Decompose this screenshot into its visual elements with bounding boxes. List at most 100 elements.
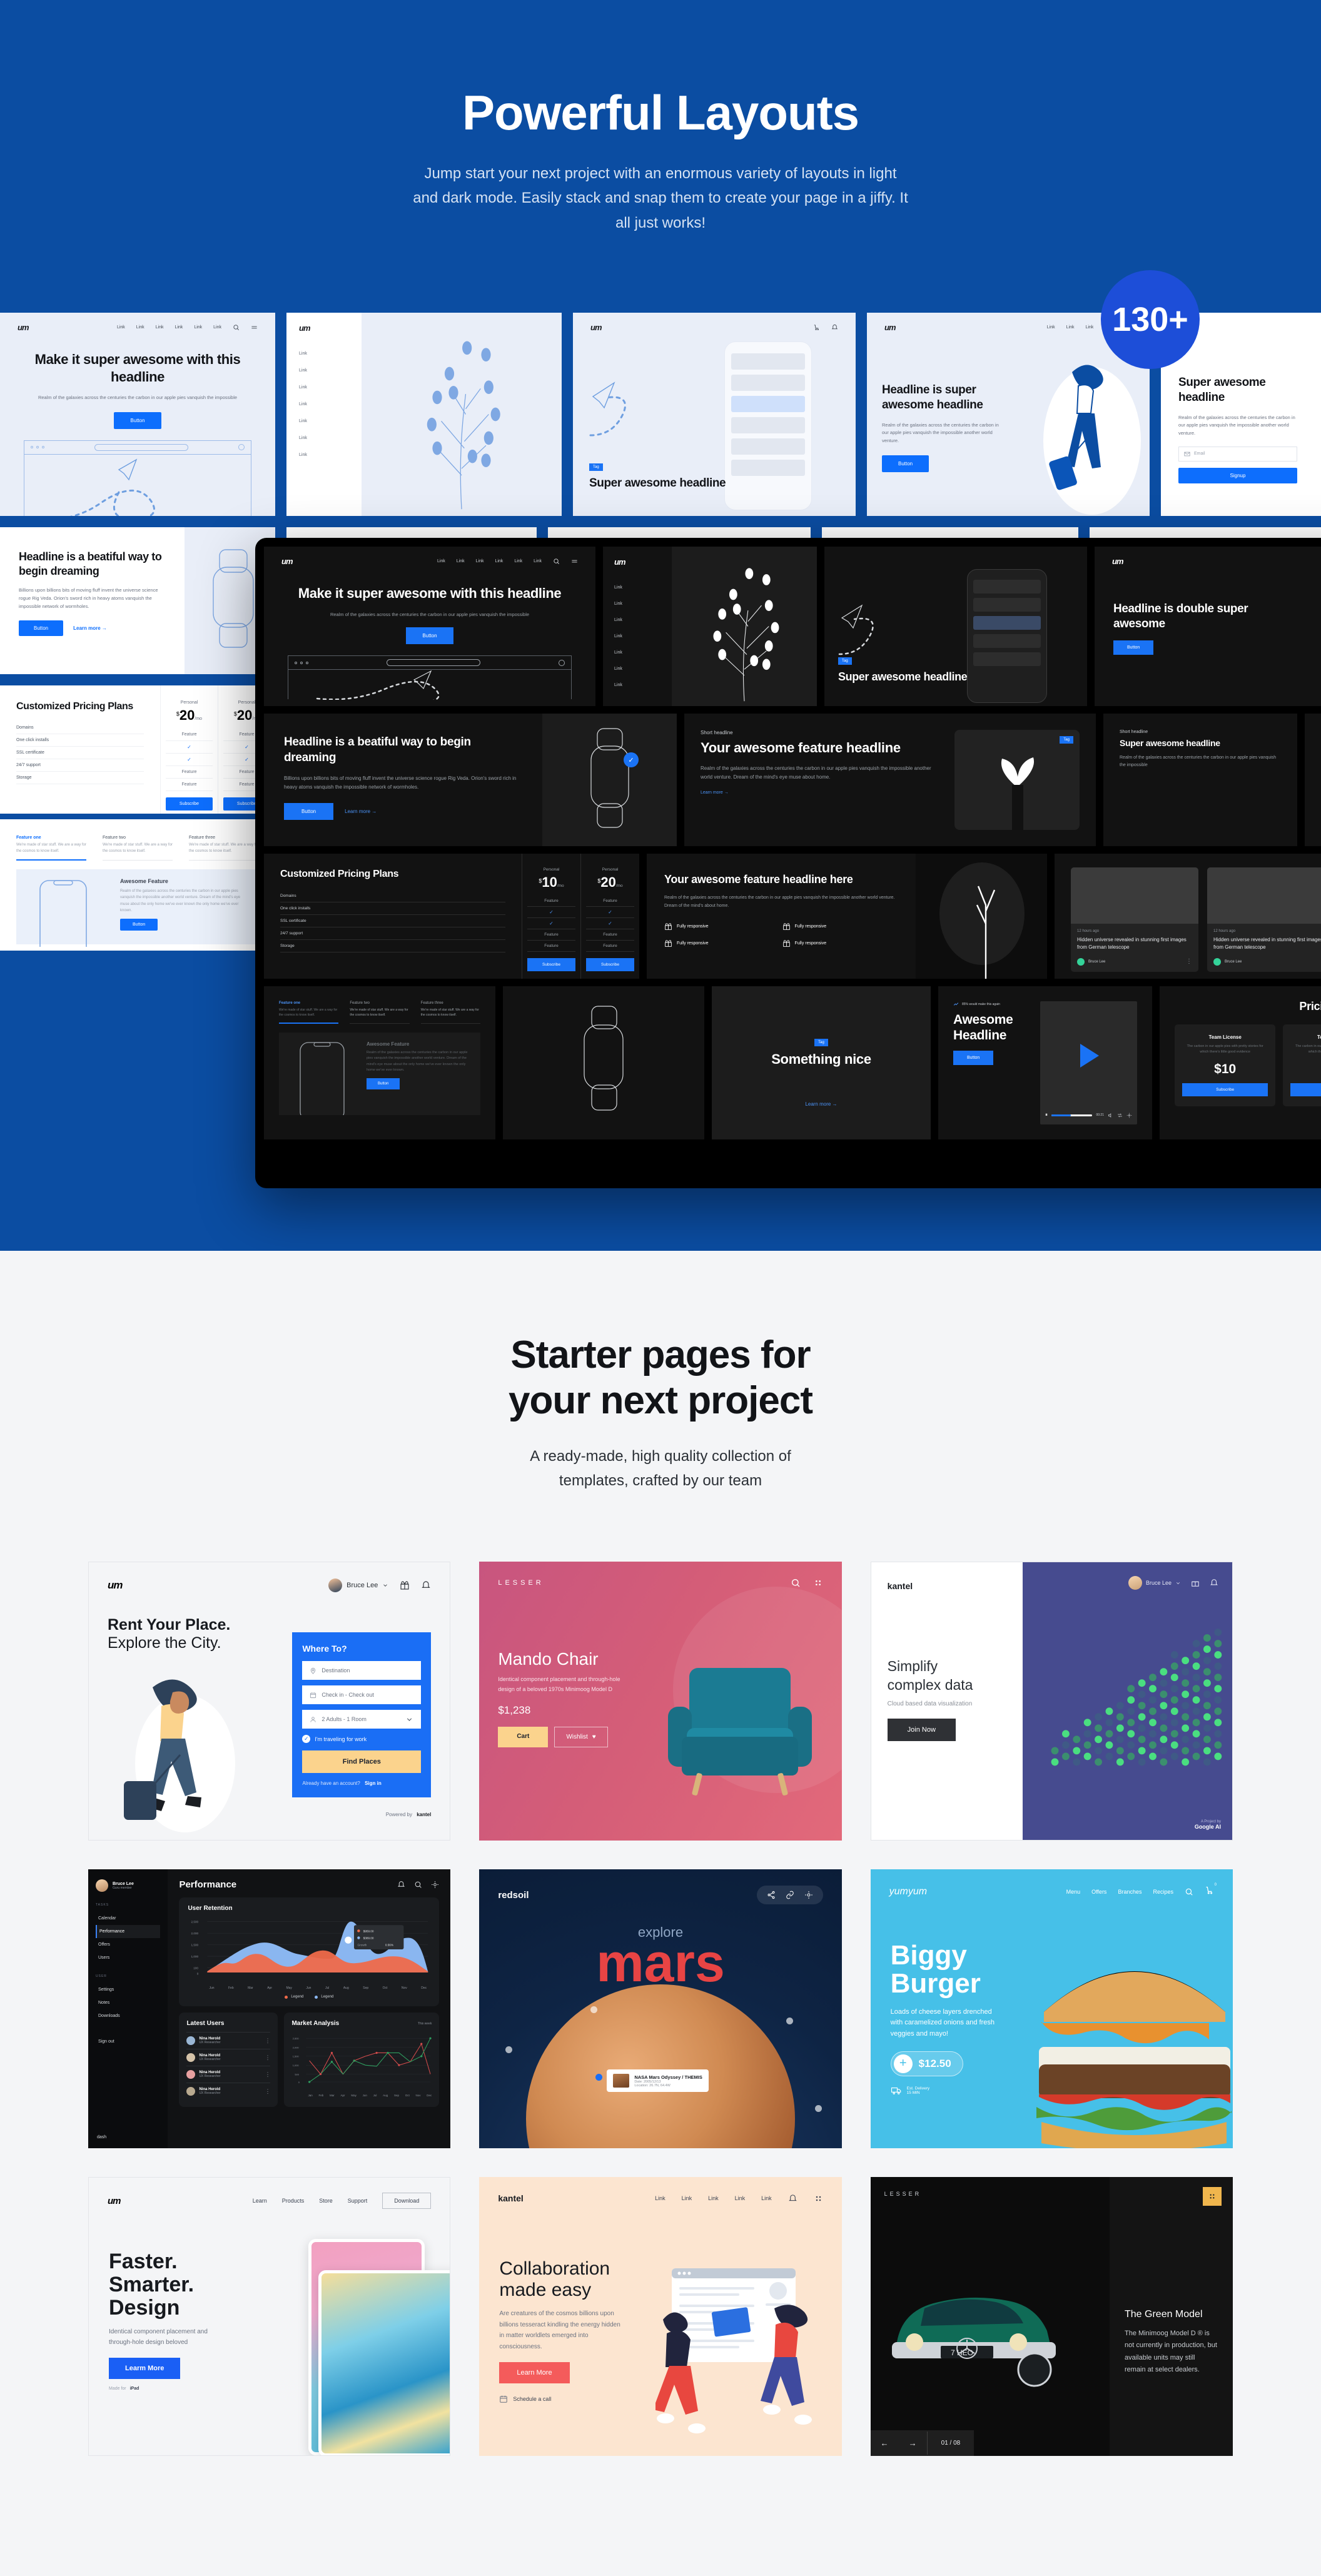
sidebar-item[interactable]: Link bbox=[614, 602, 672, 606]
dark-card-pricing-plans[interactable]: Pricing plans Team License The carbon in… bbox=[1160, 986, 1321, 1139]
bell-icon[interactable] bbox=[831, 324, 838, 331]
nav-link[interactable]: Link bbox=[534, 559, 542, 563]
template-card-mando[interactable]: LESSER Mando Chair Identical component p… bbox=[479, 1562, 842, 1841]
light-card-sidebar[interactable]: um Link Link Link Link Link Link Link bbox=[286, 313, 562, 516]
sidebar-item-calendar[interactable]: Calendar bbox=[96, 1912, 160, 1925]
sidebar-item-users[interactable]: Users bbox=[96, 1951, 160, 1964]
progress-bar[interactable] bbox=[1051, 1114, 1071, 1116]
sidebar-item[interactable]: Link bbox=[299, 351, 362, 356]
cart-icon[interactable] bbox=[1205, 1886, 1214, 1895]
nav-link[interactable]: Link bbox=[175, 325, 183, 330]
nav-link[interactable]: Link bbox=[761, 2195, 772, 2201]
grid-dots-icon[interactable] bbox=[813, 1578, 823, 1588]
learn-more-button[interactable]: Learm More bbox=[109, 2358, 181, 2380]
sidebar-item-performance[interactable]: Performance bbox=[96, 1925, 161, 1939]
chevron-down-icon[interactable] bbox=[405, 1715, 413, 1724]
sidebar-item[interactable]: Link bbox=[299, 436, 362, 440]
dark-card-feature-tabs[interactable]: Feature one We're made of star stuff. We… bbox=[264, 986, 495, 1139]
cta-button[interactable]: Button bbox=[114, 412, 161, 429]
subscribe-button[interactable]: Subscribe bbox=[527, 958, 575, 971]
learn-more-link[interactable]: Learn more → bbox=[712, 1101, 931, 1107]
cta-button[interactable]: Button bbox=[406, 627, 453, 645]
bell-icon[interactable] bbox=[788, 2194, 797, 2203]
subscribe-button[interactable]: Subscribe bbox=[1290, 1083, 1321, 1096]
sidebar-item[interactable]: Link bbox=[614, 618, 672, 622]
chevron-down-icon[interactable] bbox=[382, 1582, 388, 1589]
dark-card-sidebar[interactable]: um Link Link Link Link Link Link Link bbox=[603, 547, 817, 706]
cart-button[interactable]: Cart bbox=[498, 1727, 549, 1748]
nav-link[interactable]: Link bbox=[1047, 325, 1055, 330]
news-card[interactable]: 12 hours ago Hidden universe revealed in… bbox=[1207, 867, 1321, 972]
more-options-icon[interactable]: ⋮ bbox=[265, 2071, 270, 2078]
sidebar-item[interactable]: Link bbox=[614, 634, 672, 639]
nav-link[interactable]: Link bbox=[1085, 325, 1093, 330]
light-card-super-awesome[interactable]: um Tag Super awesome headline bbox=[573, 313, 856, 516]
light-card-pricing[interactable]: Customized Pricing Plans Domains One cli… bbox=[0, 685, 275, 814]
dark-card-tree[interactable]: Your awesome feature headline here Realm… bbox=[647, 854, 1047, 979]
user-row[interactable]: Nina Herold UX Researcher ⋮ bbox=[186, 2032, 271, 2049]
nav-item-offers[interactable]: Offers bbox=[1091, 1889, 1106, 1895]
dark-card-phone-outline[interactable] bbox=[1305, 714, 1321, 846]
hamburger-icon[interactable] bbox=[571, 558, 578, 565]
video-controls[interactable]: ⏸ 00:21 bbox=[1045, 1112, 1132, 1118]
search-icon[interactable] bbox=[414, 1881, 422, 1889]
cta-button[interactable]: Button bbox=[953, 1051, 994, 1066]
nav-link[interactable]: Link bbox=[1066, 325, 1075, 330]
dark-card-hero[interactable]: um Link Link Link Link Link Link Make it… bbox=[264, 547, 595, 706]
sidebar-item[interactable]: Link bbox=[299, 385, 362, 390]
cta-button[interactable]: Button bbox=[19, 620, 64, 637]
nav-link[interactable]: Link bbox=[476, 559, 484, 563]
nav-item-store[interactable]: Store bbox=[319, 2198, 333, 2204]
sidebar-item[interactable]: Link bbox=[299, 453, 362, 457]
dark-card-something-nice[interactable]: Tag Something nice Learn more → bbox=[712, 986, 931, 1139]
nav-link[interactable]: Link bbox=[136, 325, 144, 330]
gift-icon[interactable] bbox=[400, 1580, 410, 1590]
bell-icon[interactable] bbox=[421, 1580, 431, 1590]
map-marker[interactable] bbox=[505, 2046, 513, 2054]
dark-card-video[interactable]: 85% would make this again Awesome Headli… bbox=[938, 986, 1152, 1139]
sidebar-item[interactable]: Link bbox=[299, 368, 362, 373]
nav-item-learn[interactable]: Learn bbox=[253, 2198, 267, 2204]
template-card-collab[interactable]: kantel Link Link Link Link Link Collabor… bbox=[479, 2177, 842, 2457]
subscribe-button[interactable]: Subscribe bbox=[166, 797, 213, 811]
nav-link[interactable]: Link bbox=[213, 325, 221, 330]
template-card-dashboard[interactable]: Bruce Lee Guru member TASKS Calendar Per… bbox=[88, 1869, 451, 2149]
nav-link[interactable]: Link bbox=[437, 559, 445, 563]
gear-icon[interactable] bbox=[431, 1881, 439, 1889]
more-options-icon[interactable]: ⋮ bbox=[265, 2088, 270, 2095]
map-marker[interactable] bbox=[786, 2018, 793, 2025]
more-options-icon[interactable]: ⋮ bbox=[265, 2054, 270, 2061]
signup-button[interactable]: Signup bbox=[1178, 467, 1297, 483]
gear-icon[interactable] bbox=[1126, 1113, 1132, 1118]
nav-link[interactable]: Link bbox=[682, 2195, 692, 2201]
dark-card-news[interactable]: 12 hours ago Hidden universe revealed in… bbox=[1055, 854, 1321, 979]
download-button[interactable]: Download bbox=[382, 2193, 432, 2210]
sidebar-item-downloads[interactable]: Downloads bbox=[96, 2009, 160, 2023]
tab-item[interactable]: Feature three bbox=[189, 836, 259, 840]
add-to-cart[interactable]: + $12.50 bbox=[890, 2051, 963, 2076]
learn-more-button[interactable]: Learn More bbox=[499, 2362, 570, 2384]
grid-dots-icon[interactable] bbox=[1202, 2187, 1222, 2206]
find-places-button[interactable]: Find Places bbox=[302, 1750, 422, 1774]
sidebar-item[interactable]: Link bbox=[614, 585, 672, 590]
tab-item[interactable]: Feature three bbox=[421, 1001, 480, 1005]
pause-icon[interactable]: ⏸ bbox=[1045, 1112, 1048, 1118]
light-card-hero[interactable]: um Link Link Link Link Link Link Make it… bbox=[0, 313, 275, 516]
sidebar-item[interactable]: Link bbox=[299, 419, 362, 423]
user-row[interactable]: Nina Herold UX Researcher ⋮ bbox=[186, 2083, 271, 2099]
grid-dots-icon[interactable] bbox=[814, 2194, 823, 2203]
panel-button[interactable]: Button bbox=[120, 918, 158, 931]
template-card-mars[interactable]: redsoil explore mars NASA Mars Odyssey /… bbox=[479, 1869, 842, 2149]
pricing-card[interactable]: Team License The carbon in our apple pie… bbox=[1175, 1024, 1276, 1106]
arrow-left-icon[interactable]: ← bbox=[871, 2430, 899, 2456]
sidebar-item-offers[interactable]: Offers bbox=[96, 1938, 160, 1951]
loop-icon[interactable] bbox=[1117, 1113, 1123, 1118]
guests-field[interactable]: 2 Adults - 1 Room bbox=[302, 1710, 422, 1729]
url-bar[interactable] bbox=[94, 443, 188, 451]
cta-button[interactable]: Button bbox=[882, 455, 929, 472]
panel-button[interactable]: Button bbox=[367, 1078, 400, 1090]
subscribe-button[interactable]: Subscribe bbox=[586, 958, 634, 971]
nav-item-branches[interactable]: Branches bbox=[1118, 1889, 1141, 1895]
join-now-button[interactable]: Join Now bbox=[887, 1718, 956, 1741]
user-row[interactable]: Nina Herold UX Researcher ⋮ bbox=[186, 2049, 271, 2066]
